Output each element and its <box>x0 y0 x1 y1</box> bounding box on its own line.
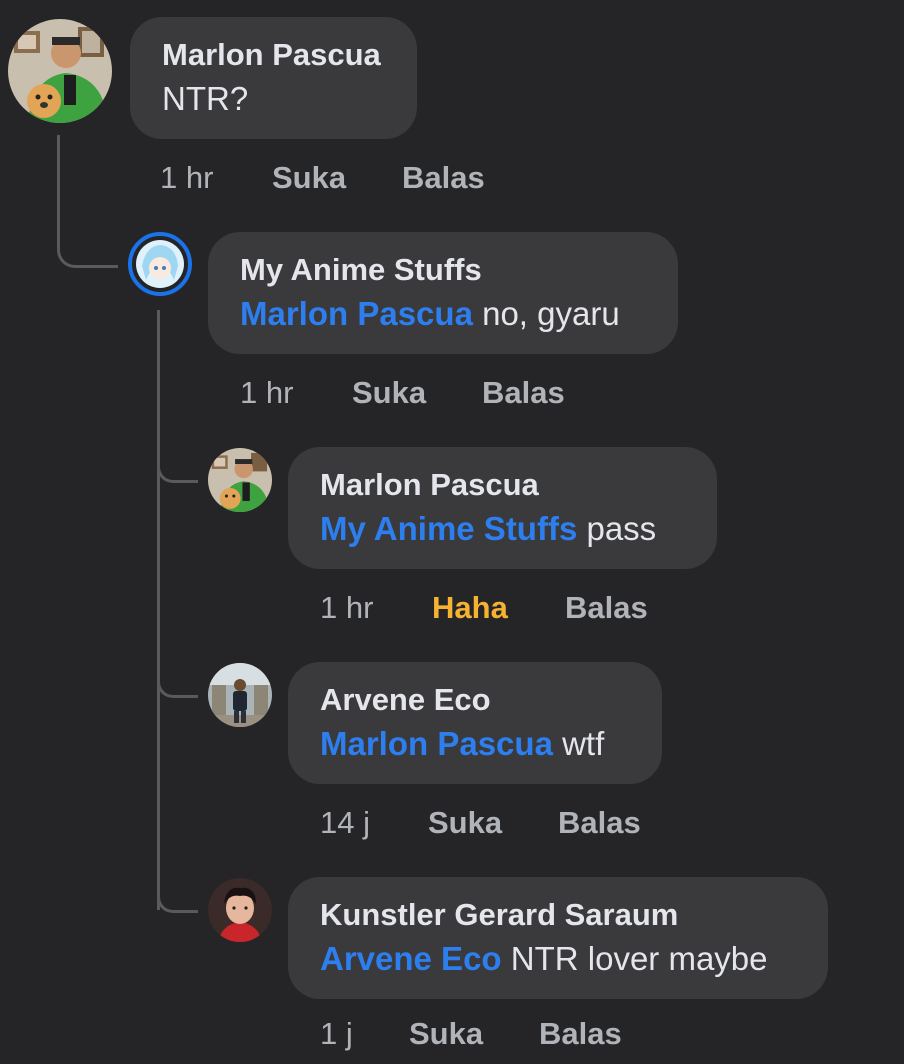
comment-text: My Anime Stuffs pass <box>320 509 687 549</box>
comment-meta: 1 hr Haha Balas <box>320 590 720 630</box>
thread-branch-3 <box>157 870 198 913</box>
comment-author[interactable]: Kunstler Gerard Saraum <box>320 897 798 933</box>
comment-text: NTR? <box>162 79 387 119</box>
thread-branch-2 <box>157 655 198 698</box>
reply-button[interactable]: Balas <box>402 160 485 196</box>
comment-bubble[interactable]: Kunstler Gerard Saraum Arvene Eco NTR lo… <box>288 877 828 999</box>
comment-meta: 1 j Suka Balas <box>320 1016 720 1056</box>
reply-button[interactable]: Balas <box>558 805 641 841</box>
comment-text: Marlon Pascua no, gyaru <box>240 294 648 334</box>
comment-text: Marlon Pascua wtf <box>320 724 632 764</box>
comment-author[interactable]: My Anime Stuffs <box>240 252 648 288</box>
comment-time: 1 j <box>320 1016 353 1051</box>
comment-bubble[interactable]: Marlon Pascua My Anime Stuffs pass <box>288 447 717 569</box>
comment-meta: 1 hr Suka Balas <box>240 375 640 415</box>
man-with-dog-avatar[interactable] <box>8 19 112 123</box>
comment-text-body: pass <box>586 510 657 547</box>
thread-branch-1 <box>157 440 198 483</box>
like-button[interactable]: Suka <box>272 160 346 196</box>
haha-reaction-button[interactable]: Haha <box>432 590 508 626</box>
mention-link[interactable]: Marlon Pascua <box>320 725 553 762</box>
man-standing-avatar[interactable] <box>208 663 272 727</box>
mention-link[interactable]: Arvene Eco <box>320 940 502 977</box>
reply-button[interactable]: Balas <box>565 590 648 626</box>
comment-author[interactable]: Arvene Eco <box>320 682 632 718</box>
comment-text-body: no, gyaru <box>482 295 620 332</box>
comment-bubble[interactable]: My Anime Stuffs Marlon Pascua no, gyaru <box>208 232 678 354</box>
comment-time: 1 hr <box>160 160 214 195</box>
comment-bubble[interactable]: Marlon Pascua NTR? <box>130 17 417 139</box>
comment-author[interactable]: Marlon Pascua <box>320 467 687 503</box>
comment-bubble[interactable]: Arvene Eco Marlon Pascua wtf <box>288 662 662 784</box>
reply-button[interactable]: Balas <box>482 375 565 411</box>
mention-link[interactable]: My Anime Stuffs <box>320 510 577 547</box>
comment-time: 1 hr <box>240 375 294 410</box>
mention-link[interactable]: Marlon Pascua <box>240 295 473 332</box>
reply-button[interactable]: Balas <box>539 1016 622 1052</box>
comment-text-body: wtf <box>562 725 605 762</box>
comment-text-body: NTR? <box>162 80 249 117</box>
comment-time: 1 hr <box>320 590 374 625</box>
comment-text: Arvene Eco NTR lover maybe <box>320 939 798 979</box>
like-button[interactable]: Suka <box>352 375 426 411</box>
thread-line-root <box>57 135 118 268</box>
young-man-avatar[interactable] <box>208 878 272 942</box>
like-button[interactable]: Suka <box>428 805 502 841</box>
man-with-dog-avatar[interactable] <box>208 448 272 512</box>
comment-time: 14 j <box>320 805 370 840</box>
comment-author[interactable]: Marlon Pascua <box>162 37 387 73</box>
comment-meta: 14 j Suka Balas <box>320 805 720 845</box>
thread-line-nested <box>157 310 160 910</box>
comment-meta: 1 hr Suka Balas <box>160 160 560 200</box>
anime-page-avatar[interactable] <box>128 232 192 296</box>
comment-text-body: NTR lover maybe <box>510 940 768 977</box>
like-button[interactable]: Suka <box>409 1016 483 1052</box>
